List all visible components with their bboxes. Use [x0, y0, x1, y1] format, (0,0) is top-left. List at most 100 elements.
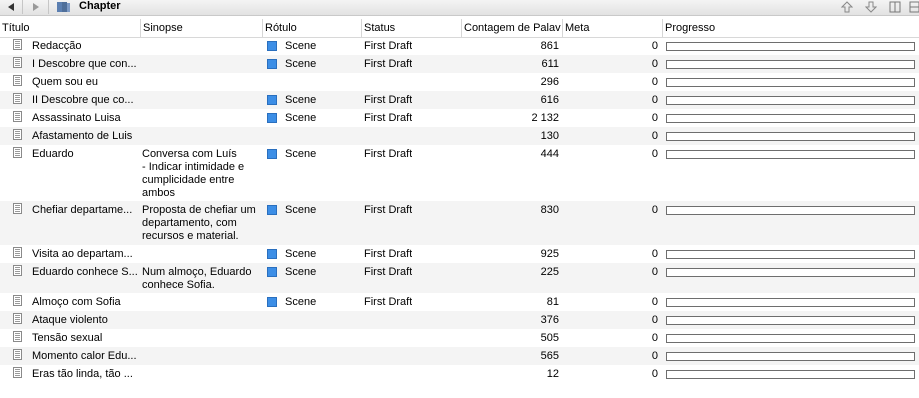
row-word-count: 130 [540, 130, 559, 142]
outline-row[interactable]: Afastamento de Luis 130 0 [0, 127, 919, 145]
column-header-progress[interactable]: Progresso [663, 19, 919, 37]
row-target[interactable]: 0 [563, 368, 658, 381]
outline-row[interactable]: I Descobre que con... Scene First Draft 611… [0, 55, 919, 73]
row-title[interactable]: Tensão sexual [32, 332, 138, 345]
row-target[interactable]: 0 [563, 58, 658, 71]
column-header-title[interactable]: Título [0, 19, 141, 37]
row-title[interactable]: Chefiar departame... [32, 204, 138, 217]
label-color-swatch [267, 297, 277, 307]
row-title[interactable]: Almoço com Sofia [32, 296, 138, 309]
row-target[interactable]: 0 [563, 248, 658, 261]
outline-row[interactable]: Eduardo Conversa com Luís - Indicar intim… [0, 145, 919, 201]
row-word-count: 81 [546, 296, 559, 308]
row-status[interactable]: First Draft [364, 112, 412, 125]
row-title[interactable]: Eduardo conhece S... [32, 266, 138, 279]
document-icon [13, 75, 22, 86]
row-label[interactable]: Scene [285, 148, 316, 161]
outline-row[interactable]: Momento calor Edu... 565 0 [0, 347, 919, 365]
up-arrow-icon [841, 1, 853, 13]
row-label[interactable]: Scene [285, 266, 316, 279]
editor-menu-button[interactable] [908, 0, 919, 14]
row-status[interactable]: First Draft [364, 204, 412, 217]
row-word-count: 296 [540, 76, 559, 88]
column-header-target[interactable]: Meta [563, 19, 663, 37]
row-target[interactable]: 0 [563, 40, 658, 53]
row-status[interactable]: First Draft [364, 40, 412, 53]
row-target[interactable]: 0 [563, 130, 658, 143]
row-word-count: 565 [540, 350, 559, 362]
row-title[interactable]: Eras tão linda, tão ... [32, 368, 138, 381]
row-status[interactable]: First Draft [364, 94, 412, 107]
row-target[interactable]: 0 [563, 296, 658, 309]
row-synopsis[interactable]: Proposta de chefiar um departamento, com… [142, 204, 258, 243]
row-label[interactable]: Scene [285, 112, 316, 125]
row-label[interactable]: Scene [285, 40, 316, 53]
outline-row[interactable]: II Descobre que co... Scene First Draft 616… [0, 91, 919, 109]
forward-button[interactable] [28, 0, 44, 14]
move-down-button[interactable] [864, 0, 878, 14]
outline-row[interactable]: Almoço com Sofia Scene First Draft 81 0 [0, 293, 919, 311]
row-label[interactable]: Scene [285, 94, 316, 107]
label-color-swatch [267, 41, 277, 51]
row-status[interactable]: First Draft [364, 148, 412, 161]
outline-row[interactable]: Tensão sexual 505 0 [0, 329, 919, 347]
row-synopsis[interactable]: Num almoço, Eduardo conhece Sofia. [142, 266, 258, 292]
row-target[interactable]: 0 [563, 204, 658, 217]
outline-row[interactable]: Ataque violento 376 0 [0, 311, 919, 329]
row-target[interactable]: 0 [563, 148, 658, 161]
row-target[interactable]: 0 [563, 332, 658, 345]
row-title[interactable]: Visita ao departam... [32, 248, 138, 261]
row-word-count: 376 [540, 314, 559, 326]
outline-row[interactable]: Eras tão linda, tão ... 12 0 [0, 365, 919, 383]
row-target[interactable]: 0 [563, 76, 658, 89]
outline-row[interactable]: Assassinato Luisa Scene First Draft 2 132 0 [0, 109, 919, 127]
document-icon [13, 57, 22, 68]
row-status[interactable]: First Draft [364, 58, 412, 71]
row-word-count: 925 [540, 248, 559, 260]
split-view-button[interactable] [888, 0, 902, 14]
chapter-folder-icon [55, 0, 73, 14]
row-synopsis[interactable]: Conversa com Luís - Indicar intimidade e… [142, 148, 258, 200]
row-target[interactable]: 0 [563, 350, 658, 363]
row-title[interactable]: II Descobre que co... [32, 94, 138, 107]
row-target[interactable]: 0 [563, 266, 658, 279]
label-color-swatch [267, 149, 277, 159]
back-button[interactable] [3, 0, 19, 14]
progress-bar [666, 78, 915, 87]
outline-row[interactable]: Eduardo conhece S... Num almoço, Eduardo … [0, 263, 919, 293]
document-icon [13, 349, 22, 360]
row-status[interactable]: First Draft [364, 296, 412, 309]
row-status[interactable]: First Draft [364, 248, 412, 261]
row-title[interactable]: I Descobre que con... [32, 58, 138, 71]
row-word-count: 444 [540, 148, 559, 160]
row-title[interactable]: Momento calor Edu... [32, 350, 138, 363]
outline-row[interactable]: Chefiar departame... Proposta de chefiar … [0, 201, 919, 245]
column-header-status[interactable]: Status [362, 19, 462, 37]
row-title[interactable]: Quem sou eu [32, 76, 138, 89]
column-header-synopsis[interactable]: Sinopse [141, 19, 263, 37]
move-up-button[interactable] [840, 0, 854, 14]
progress-bar [666, 298, 915, 307]
column-header-word-count[interactable]: Contagem de Palav [462, 19, 563, 37]
row-status[interactable]: First Draft [364, 266, 412, 279]
row-target[interactable]: 0 [563, 94, 658, 107]
row-label[interactable]: Scene [285, 204, 316, 217]
page-title: Chapter [79, 0, 121, 12]
outline-row[interactable]: Redacção Scene First Draft 861 0 [0, 37, 919, 55]
row-title[interactable]: Assassinato Luisa [32, 112, 138, 125]
column-header-label[interactable]: Rótulo [263, 19, 362, 37]
row-target[interactable]: 0 [563, 314, 658, 327]
label-color-swatch [267, 59, 277, 69]
row-target[interactable]: 0 [563, 112, 658, 125]
document-icon [13, 247, 22, 258]
outline-row[interactable]: Quem sou eu 296 0 [0, 73, 919, 91]
row-title[interactable]: Afastamento de Luis [32, 130, 138, 143]
label-color-swatch [267, 113, 277, 123]
row-label[interactable]: Scene [285, 58, 316, 71]
outline-row[interactable]: Visita ao departam... Scene First Draft 925… [0, 245, 919, 263]
row-label[interactable]: Scene [285, 248, 316, 261]
row-label[interactable]: Scene [285, 296, 316, 309]
row-title[interactable]: Redacção [32, 40, 138, 53]
row-title[interactable]: Eduardo [32, 148, 138, 161]
row-title[interactable]: Ataque violento [32, 314, 138, 327]
